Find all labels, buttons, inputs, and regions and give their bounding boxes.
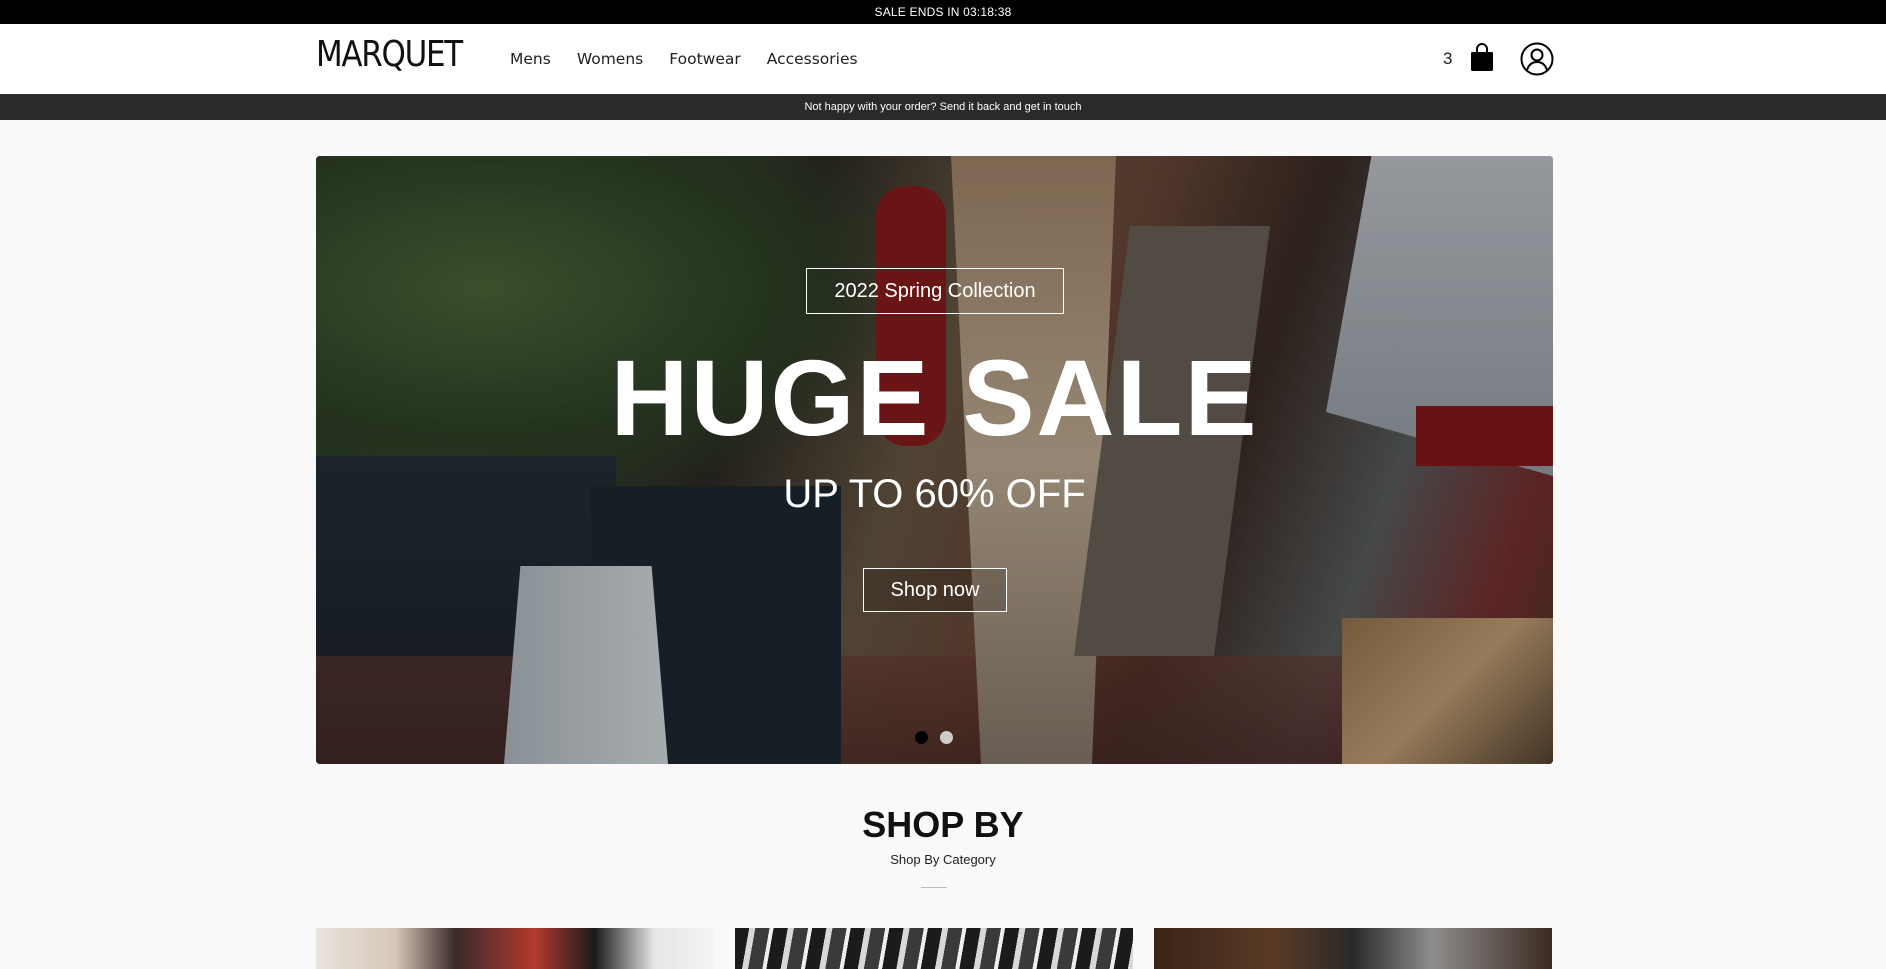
shop-now-button[interactable]: Shop now — [863, 568, 1007, 612]
shopping-bag-icon[interactable] — [1470, 42, 1494, 72]
returns-info-text: Not happy with your order? Send it back … — [804, 101, 1082, 113]
main-nav: Mens Womens Footwear Accessories — [510, 50, 858, 68]
user-circle-icon[interactable] — [1520, 42, 1554, 76]
category-tile-womens[interactable] — [735, 928, 1133, 969]
nav-mens[interactable]: Mens — [510, 50, 551, 68]
carousel-dot-1[interactable] — [915, 731, 928, 744]
shop-by-subtitle: Shop By Category — [890, 852, 996, 867]
cart-count[interactable]: 3 — [1443, 49, 1452, 69]
carousel-dot-2[interactable] — [940, 731, 953, 744]
carousel-dots — [915, 731, 953, 744]
sale-countdown-bar: SALE ENDS IN 03:18:38 — [0, 0, 1886, 24]
sale-countdown-text: SALE ENDS IN 03:18:38 — [874, 5, 1012, 19]
hero-subheadline: UP TO 60% OFF — [783, 472, 1086, 516]
returns-info-bar: Not happy with your order? Send it back … — [0, 94, 1886, 120]
shop-by-title: SHOP BY — [862, 804, 1024, 845]
hero-overlay — [316, 156, 1553, 764]
nav-womens[interactable]: Womens — [577, 50, 643, 68]
site-logo[interactable]: MARQUET — [316, 37, 463, 73]
nav-footwear[interactable]: Footwear — [669, 50, 741, 68]
site-header: MARQUET Mens Womens Footwear Accessories… — [0, 24, 1886, 94]
nav-accessories[interactable]: Accessories — [767, 50, 858, 68]
section-divider — [921, 887, 947, 888]
category-tile-mens[interactable] — [316, 928, 714, 969]
collection-tag: 2022 Spring Collection — [806, 268, 1064, 314]
category-tile-footwear[interactable] — [1154, 928, 1552, 969]
hero-headline: HUGE SALE — [610, 337, 1259, 458]
hero-banner: 2022 Spring Collection HUGE SALE UP TO 6… — [316, 156, 1553, 764]
